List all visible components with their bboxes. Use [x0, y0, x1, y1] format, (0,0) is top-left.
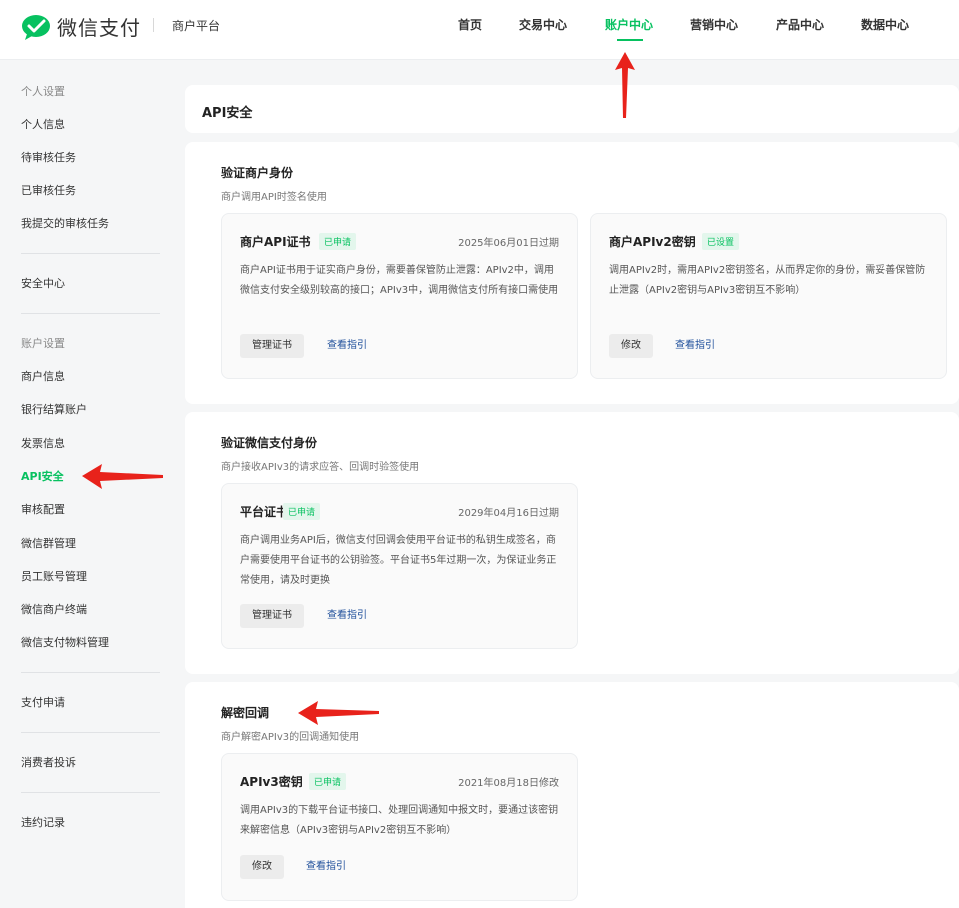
card-title: 平台证书 [240, 505, 289, 519]
section-wechatpay-identity: 验证微信支付身份 商户接收APIv3的请求应答、回调时验签使用 平台证书 已申请… [185, 412, 959, 674]
platform-subtitle: 商户平台 [172, 19, 221, 33]
section-merchant-identity: 验证商户身份 商户调用API时签名使用 商户API证书 已申请 2025年06月… [185, 142, 959, 404]
view-guide-link[interactable]: 查看指引 [675, 334, 715, 358]
card-title: 商户APIv2密钥 [609, 235, 696, 249]
red-annotation-arrow-icon [615, 52, 635, 118]
sidebar-divider [21, 313, 160, 314]
card-description: 调用APIv3的下载平台证书接口、处理回调通知中报文时，要通过该密钥来解密信息（… [240, 805, 559, 836]
sidebar-item-reviewed-tasks[interactable]: 已审核任务 [21, 182, 76, 198]
top-navigation-bar: 微信支付 商户平台 首页 交易中心 账户中心 营销中心 产品中心 数据中心 [0, 0, 959, 60]
sidebar-item-pay-apply[interactable]: 支付申请 [21, 694, 65, 710]
wechat-pay-logo-icon [22, 14, 50, 40]
section-description: 商户接收APIv3的请求应答、回调时验签使用 [221, 462, 420, 473]
card-title: APIv3密钥 [240, 775, 303, 789]
sidebar-item-security-center[interactable]: 安全中心 [21, 275, 65, 291]
page-title-panel: API安全 [185, 85, 959, 133]
sidebar-group-account: 账户设置 [21, 337, 65, 350]
sidebar-item-review-config[interactable]: 审核配置 [21, 501, 65, 517]
status-badge: 已申请 [309, 773, 347, 790]
sidebar-item-personal-info[interactable]: 个人信息 [21, 116, 65, 132]
card-title: 商户API证书 [240, 235, 311, 249]
card-apiv3-key: APIv3密钥 已申请 2021年08月18日修改 调用APIv3的下载平台证书… [221, 753, 578, 901]
sidebar-divider [21, 732, 160, 733]
page-title: API安全 [202, 106, 253, 121]
sidebar-item-merchant-info[interactable]: 商户信息 [21, 368, 65, 384]
modify-button[interactable]: 修改 [609, 334, 653, 358]
sidebar-divider [21, 792, 160, 793]
sidebar-item-staff-accounts[interactable]: 员工账号管理 [21, 568, 87, 584]
sidebar-divider [21, 672, 160, 673]
card-apiv2-key: 商户APIv2密钥 已设置 调用APIv2时，需用APIv2密钥签名，从而界定你… [590, 213, 947, 379]
modify-button[interactable]: 修改 [240, 855, 284, 879]
sidebar-group-personal: 个人设置 [21, 85, 65, 98]
card-description: 调用APIv2时，需用APIv2密钥签名，从而界定你的身份，需妥善保管防止泄露（… [609, 265, 926, 296]
logo-text: 微信支付 [57, 16, 141, 40]
sidebar-item-complaints[interactable]: 消费者投诉 [21, 754, 76, 770]
nav-item-trade[interactable]: 交易中心 [519, 16, 567, 33]
nav-item-marketing[interactable]: 营销中心 [690, 16, 738, 33]
section-title: 验证商户身份 [221, 166, 294, 180]
sidebar-item-invoice-info[interactable]: 发票信息 [21, 435, 65, 451]
sidebar-divider [21, 253, 160, 254]
sidebar-item-bank-account[interactable]: 银行结算账户 [21, 401, 87, 417]
nav-item-product[interactable]: 产品中心 [776, 16, 824, 33]
card-merchant-api-cert: 商户API证书 已申请 2025年06月01日过期 商户API证书用于证实商户身… [221, 213, 578, 379]
sidebar-item-violations[interactable]: 违约记录 [21, 814, 65, 830]
status-badge: 已申请 [319, 233, 357, 250]
sidebar-item-wechat-group[interactable]: 微信群管理 [21, 535, 76, 551]
sidebar-item-pending-tasks[interactable]: 待审核任务 [21, 149, 76, 165]
brand-logo[interactable]: 微信支付 [21, 12, 141, 41]
sidebar-item-merchant-terminal[interactable]: 微信商户终端 [21, 601, 87, 617]
section-title: 解密回调 [221, 706, 270, 720]
section-description: 商户调用API时签名使用 [221, 192, 327, 203]
view-guide-link[interactable]: 查看指引 [327, 604, 367, 628]
nav-item-account[interactable]: 账户中心 [605, 16, 653, 33]
card-description: 商户调用业务API后，微信支付回调会使用平台证书的私钥生成签名，商户需要使用平台… [240, 535, 557, 586]
status-badge: 已申请 [283, 503, 321, 520]
logo-divider [153, 18, 154, 32]
nav-item-home[interactable]: 首页 [458, 16, 482, 33]
card-platform-cert: 平台证书 已申请 2029年04月16日过期 商户调用业务API后，微信支付回调… [221, 483, 578, 649]
sidebar-item-my-submitted-tasks[interactable]: 我提交的审核任务 [21, 215, 109, 231]
red-annotation-arrow-icon [82, 464, 163, 489]
view-guide-link[interactable]: 查看指引 [306, 855, 346, 879]
status-badge: 已设置 [702, 233, 740, 250]
card-date: 2025年06月01日过期 [458, 238, 559, 249]
red-annotation-arrow-icon [298, 701, 379, 725]
nav-active-indicator [617, 39, 643, 41]
card-date: 2021年08月18日修改 [458, 778, 559, 789]
sidebar-item-api-security[interactable]: API安全 [21, 468, 64, 484]
sidebar-item-materials[interactable]: 微信支付物料管理 [21, 634, 109, 650]
view-guide-link[interactable]: 查看指引 [327, 334, 367, 358]
section-title: 验证微信支付身份 [221, 436, 318, 450]
manage-cert-button[interactable]: 管理证书 [240, 334, 304, 358]
section-description: 商户解密APIv3的回调通知使用 [221, 732, 360, 743]
card-description: 商户API证书用于证实商户身份，需要善保管防止泄露：APIv2中，调用微信支付安… [240, 265, 559, 296]
manage-cert-button[interactable]: 管理证书 [240, 604, 304, 628]
card-date: 2029年04月16日过期 [458, 508, 559, 519]
nav-item-data[interactable]: 数据中心 [861, 16, 909, 33]
